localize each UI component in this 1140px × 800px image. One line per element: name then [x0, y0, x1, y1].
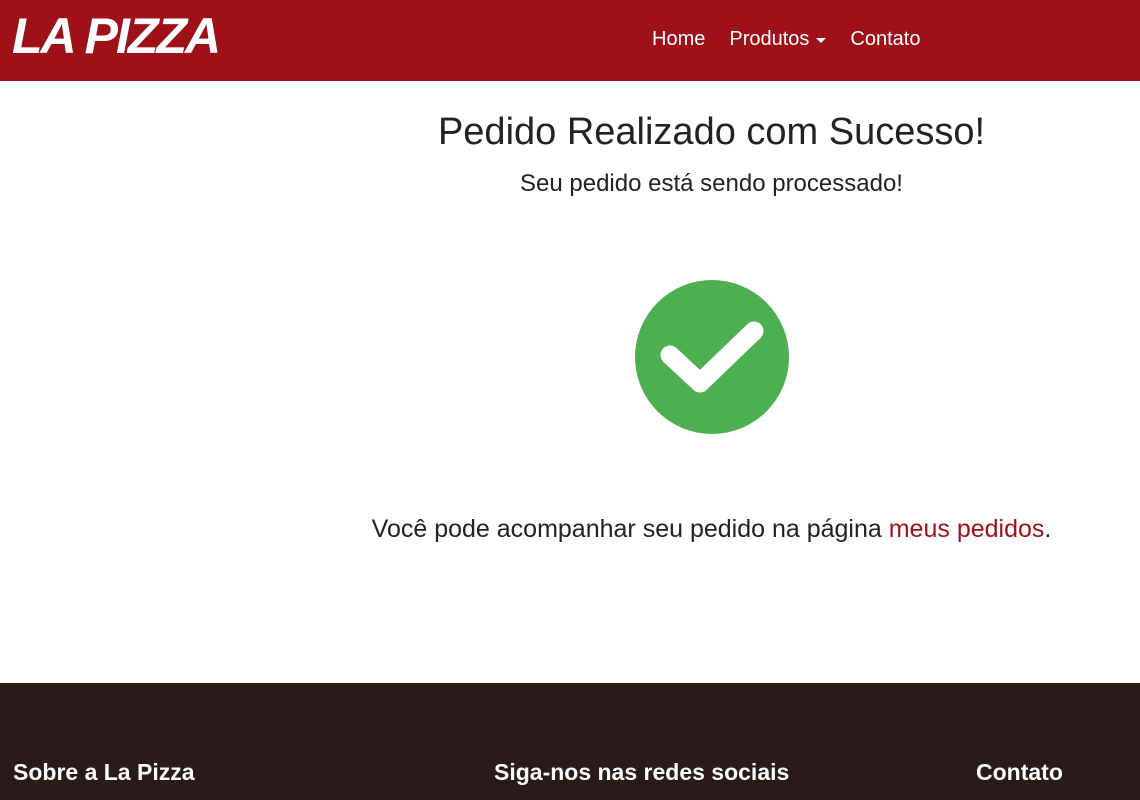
page-subtitle: Seu pedido está sendo processado! [520, 170, 903, 197]
my-orders-link[interactable]: meus pedidos [889, 515, 1045, 543]
top-navbar: LA PIZZA Home Produtos Contato [0, 0, 1140, 81]
nav-link-produtos-label: Produtos [729, 28, 810, 50]
main-content: Pedido Realizado com Sucesso! Seu pedido… [0, 81, 1140, 683]
page-title: Pedido Realizado com Sucesso! [437, 111, 986, 153]
brand-logo[interactable]: LA PIZZA [12, 6, 221, 66]
footer-contact-heading: Contato [976, 759, 1063, 785]
footer-about-heading: Sobre a La Pizza [13, 759, 195, 785]
footer-social-heading: Siga-nos nas redes sociais [494, 759, 790, 785]
check-circle-icon [634, 279, 790, 435]
page-footer: Sobre a La Pizza Siga-nos nas redes soci… [0, 683, 1140, 800]
tracking-note-prefix: Você pode acompanhar seu pedido na págin… [371, 515, 889, 543]
nav-link-produtos[interactable]: Produtos [717, 28, 838, 51]
nav-link-home[interactable]: Home [640, 28, 717, 51]
nav-menu: Home Produtos Contato [640, 0, 932, 81]
nav-link-contato[interactable]: Contato [838, 28, 932, 51]
tracking-note: Você pode acompanhar seu pedido na págin… [283, 515, 1140, 544]
caret-down-icon [816, 38, 827, 43]
tracking-note-suffix: . [1044, 515, 1052, 543]
check-circle-icon-svg [635, 280, 789, 434]
